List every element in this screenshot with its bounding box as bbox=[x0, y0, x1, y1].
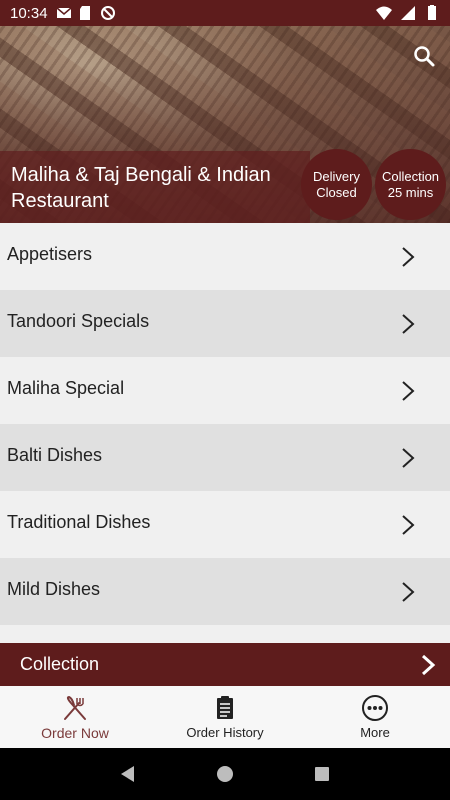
system-nav-bar bbox=[0, 748, 450, 800]
menu-item-appetisers[interactable]: Appetisers bbox=[0, 223, 450, 290]
collection-status-badge: Collection 25 mins bbox=[375, 149, 446, 220]
menu-item-mild-dishes[interactable]: Mild Dishes bbox=[0, 558, 450, 625]
chevron-right-icon bbox=[402, 313, 415, 334]
chevron-right-icon bbox=[421, 654, 436, 676]
menu-item-maliha-special[interactable]: Maliha Special bbox=[0, 357, 450, 424]
chevron-right-icon bbox=[402, 447, 415, 468]
delivery-status-badge: Delivery Closed bbox=[301, 149, 372, 220]
back-icon[interactable] bbox=[118, 764, 138, 784]
nav-order-now[interactable]: Order Now bbox=[0, 686, 150, 748]
chevron-right-icon bbox=[402, 246, 415, 267]
search-icon[interactable] bbox=[412, 44, 436, 68]
clipboard-icon bbox=[217, 696, 233, 719]
fork-knife-icon bbox=[64, 695, 86, 720]
status-bar: 10:34 bbox=[0, 0, 450, 26]
menu-item-partial[interactable] bbox=[0, 625, 450, 643]
sd-card-icon bbox=[79, 6, 90, 20]
restaurant-name: Maliha & Taj Bengali & Indian Restaurant bbox=[11, 164, 271, 212]
chevron-right-icon bbox=[402, 514, 415, 535]
collection-bar-label: Collection bbox=[20, 654, 100, 674]
data-saver-icon bbox=[100, 6, 115, 20]
bottom-nav: Order Now Order History More bbox=[0, 686, 450, 748]
home-icon[interactable] bbox=[215, 764, 235, 784]
more-dots-icon bbox=[362, 695, 388, 721]
nav-order-history[interactable]: Order History bbox=[150, 686, 300, 748]
signal-icon bbox=[401, 6, 415, 20]
menu-item-traditional-dishes[interactable]: Traditional Dishes bbox=[0, 491, 450, 558]
status-time: 10:34 bbox=[10, 4, 48, 22]
hero-banner: Maliha & Taj Bengali & Indian Restaurant… bbox=[0, 26, 450, 223]
wifi-icon bbox=[376, 6, 392, 20]
mail-icon bbox=[56, 7, 72, 18]
chevron-right-icon bbox=[402, 581, 415, 602]
chevron-right-icon bbox=[402, 380, 415, 401]
nav-more[interactable]: More bbox=[300, 686, 450, 748]
battery-icon bbox=[428, 5, 436, 20]
recents-icon[interactable] bbox=[312, 764, 332, 784]
menu-item-tandoori-specials[interactable]: Tandoori Specials bbox=[0, 290, 450, 357]
menu-item-balti-dishes[interactable]: Balti Dishes bbox=[0, 424, 450, 491]
menu-category-list: Appetisers Tandoori Specials Maliha Spec… bbox=[0, 223, 450, 643]
collection-mode-bar[interactable]: Collection bbox=[0, 643, 450, 686]
